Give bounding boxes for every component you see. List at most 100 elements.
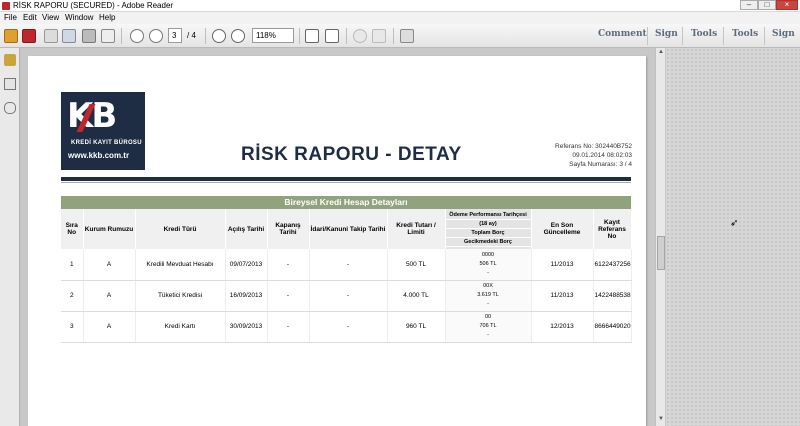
cell-kapanis: -	[267, 280, 310, 312]
toolbar-separator	[121, 28, 122, 44]
create-pdf-icon[interactable]	[22, 29, 36, 43]
print-icon[interactable]	[82, 29, 96, 43]
mouse-cursor-icon: ➶	[730, 218, 739, 229]
previous-page-icon[interactable]	[130, 29, 144, 43]
perf-header-line: Gecikmedeki Borç	[445, 238, 531, 247]
table-header-row: Sıra No Kurum Rumuzu Kredi Türü Açılış T…	[61, 209, 632, 249]
table-row: 1 A Kredili Mevduat Hesabı 09/07/2013 - …	[61, 249, 632, 281]
perf-total: 3.619 TL	[477, 292, 499, 298]
perf-header-line: (18 ay)	[445, 220, 531, 229]
cell-no: 1	[61, 249, 84, 281]
vertical-scrollbar[interactable]: ▲ ▼	[655, 48, 665, 426]
cell-kapanis: -	[267, 311, 310, 343]
edit-icon[interactable]	[44, 29, 58, 43]
tools-button-2[interactable]: Tools	[732, 29, 758, 39]
sign-button-2[interactable]: Sign	[772, 29, 795, 39]
attachment-icon[interactable]	[4, 102, 16, 114]
minimize-button[interactable]: –	[740, 0, 758, 10]
column-header: Kredi Tutarı / Limiti	[387, 209, 446, 249]
save-icon[interactable]	[62, 29, 76, 43]
cell-takip: -	[309, 280, 388, 312]
toolbar-separator	[647, 27, 648, 45]
document-area[interactable]: KB KREDİ KAYIT BÜROSU www.kkb.com.tr RİS…	[20, 48, 665, 426]
page-total: / 4	[187, 31, 196, 40]
comment-button[interactable]: Comment	[598, 29, 647, 39]
report-title: RİSK RAPORU - DETAY	[241, 144, 462, 165]
menu-edit[interactable]: Edit	[23, 13, 37, 22]
column-header: En Son Güncelleme	[531, 209, 594, 249]
menu-bar: File Edit View Window Help	[0, 12, 800, 24]
perf-code: 0000	[481, 251, 495, 258]
tools-panel	[666, 48, 800, 426]
menu-file[interactable]: File	[4, 13, 17, 22]
maximize-button[interactable]: □	[758, 0, 776, 10]
column-header: İdari/Kanuni Takip Tarihi	[309, 209, 388, 249]
minimize-icon: –	[746, 0, 752, 9]
account-details-table: Sıra No Kurum Rumuzu Kredi Türü Açılış T…	[61, 209, 632, 343]
section-title: Bireysel Kredi Hesap Detayları	[61, 196, 631, 209]
cell-kurum: A	[83, 280, 136, 312]
cell-kurum: A	[83, 311, 136, 343]
zoom-in-icon[interactable]	[231, 29, 245, 43]
cell-no: 3	[61, 311, 84, 343]
column-header: Kurum Rumuzu	[83, 209, 136, 249]
cell-tur: Tüketici Kredisi	[135, 280, 226, 312]
perf-total: 706 TL	[479, 323, 497, 329]
cell-tur: Kredi Kartı	[135, 311, 226, 343]
scroll-down-icon[interactable]: ▼	[657, 416, 665, 424]
highlight-icon[interactable]	[372, 29, 386, 43]
column-header: Kapanış Tarihi	[267, 209, 310, 249]
column-header: Kredi Türü	[135, 209, 226, 249]
adobe-reader-icon	[2, 2, 10, 10]
read-mode-icon[interactable]	[400, 29, 414, 43]
perf-overdue: -	[487, 301, 489, 307]
header-divider	[61, 177, 631, 181]
table-row: 3 A Kredi Kartı 30/09/2013 - - 960 TL 00…	[61, 311, 632, 343]
perf-header-line: Toplam Borç	[445, 229, 531, 238]
sign-button[interactable]: Sign	[655, 29, 678, 39]
cell-guncelleme: 11/2013	[531, 249, 594, 281]
window-title: RİSK RAPORU (SECURED) - Adobe Reader	[13, 1, 174, 10]
pages-icon[interactable]	[4, 78, 16, 90]
page-number-input[interactable]: 3	[168, 28, 182, 43]
cell-acilis: 16/09/2013	[225, 280, 268, 312]
table-row: 2 A Tüketici Kredisi 16/09/2013 - - 4.00…	[61, 280, 632, 312]
cell-acilis: 09/07/2013	[225, 249, 268, 281]
lock-icon[interactable]	[4, 54, 16, 66]
toolbar-separator	[764, 27, 765, 45]
cell-guncelleme: 12/2013	[531, 311, 594, 343]
perf-header-line: Ödeme Performansı Tarihçesi	[445, 211, 531, 220]
close-button[interactable]: ×	[776, 0, 798, 10]
column-header: Açılış Tarihi	[225, 209, 268, 249]
comment-bubble-icon[interactable]	[353, 29, 367, 43]
column-header: Kayıt Referans No	[593, 209, 632, 249]
toolbar-separator	[205, 28, 206, 44]
menu-view[interactable]: View	[42, 13, 59, 22]
cell-tur: Kredili Mevduat Hesabı	[135, 249, 226, 281]
perf-overdue: -	[487, 332, 489, 338]
next-page-icon[interactable]	[149, 29, 163, 43]
menu-help[interactable]: Help	[99, 13, 115, 22]
perf-code: 00X	[483, 283, 493, 289]
cell-no: 2	[61, 280, 84, 312]
cell-tutar: 960 TL	[387, 311, 446, 343]
toolbar-separator	[393, 28, 394, 44]
report-datetime: 09.01.2014 08:02:03	[572, 152, 632, 159]
column-header-performance: Ödeme Performansı Tarihçesi (18 ay) Topl…	[445, 209, 532, 249]
column-header: Sıra No	[61, 209, 84, 249]
cell-kurum: A	[83, 249, 136, 281]
cell-guncelleme: 11/2013	[531, 280, 594, 312]
perf-total: 506 TL	[479, 260, 497, 267]
email-icon[interactable]	[101, 29, 115, 43]
scroll-up-icon[interactable]: ▲	[657, 49, 665, 57]
open-icon[interactable]	[4, 29, 18, 43]
toolbar-separator	[299, 28, 300, 44]
fit-page-icon[interactable]	[305, 29, 319, 43]
scrollbar-thumb[interactable]	[657, 236, 665, 270]
zoom-select[interactable]: 118%	[252, 28, 294, 43]
full-screen-icon[interactable]	[325, 29, 339, 43]
zoom-out-icon[interactable]	[212, 29, 226, 43]
menu-window[interactable]: Window	[65, 13, 93, 22]
close-icon: ×	[784, 0, 790, 9]
tools-button[interactable]: Tools	[691, 29, 717, 39]
